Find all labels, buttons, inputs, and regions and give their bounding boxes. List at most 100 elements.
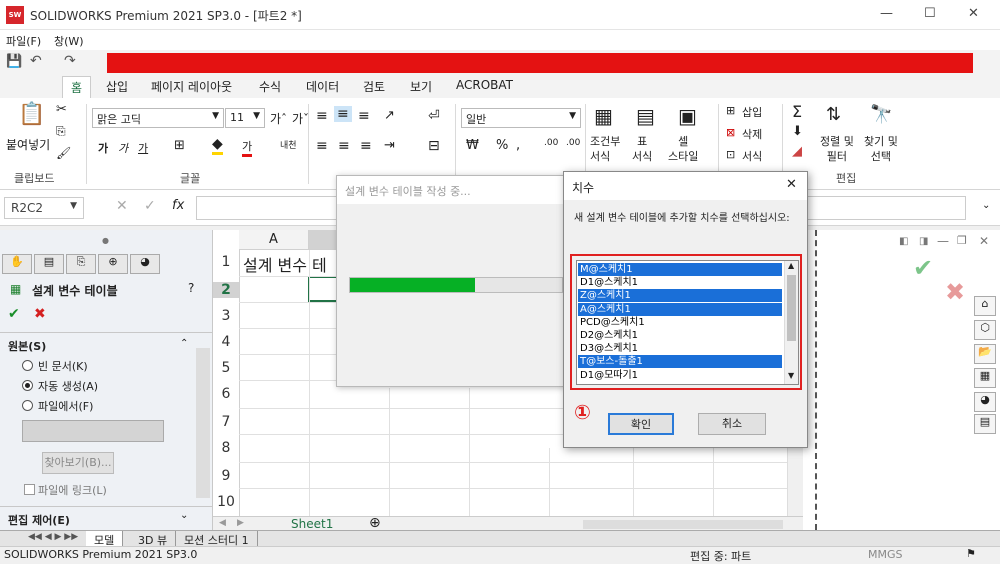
tab-insert[interactable]: 삽입 (106, 78, 128, 95)
save-icon[interactable]: 💾 (6, 54, 22, 69)
view-close-icon[interactable]: ✕ (979, 234, 989, 248)
row-header[interactable]: 8 (213, 440, 239, 456)
border-icon[interactable]: ⊞ (174, 138, 185, 153)
redo-icon[interactable]: ↷ (64, 53, 76, 69)
delete-cells-icon[interactable]: ⊠ (726, 126, 735, 139)
column-header-a[interactable]: A (239, 230, 309, 250)
phonetic-icon[interactable]: 내천 (280, 138, 297, 151)
cell-a1[interactable]: 설계 변수 테 (243, 252, 327, 276)
orientation-icon[interactable]: ↗ (384, 108, 395, 123)
comma-icon[interactable]: , (516, 138, 520, 153)
cell-style-icon[interactable]: ▣ (678, 104, 697, 128)
align-bottom-icon[interactable]: ≡ (358, 108, 370, 124)
dimension-list-item[interactable]: D2@스케치1 (578, 329, 782, 342)
merge-center-icon[interactable]: ⊟ (428, 138, 440, 154)
appearances-icon[interactable]: ◕ (974, 392, 996, 412)
row-header[interactable]: 5 (213, 360, 239, 376)
conditional-format-icon[interactable]: ▦ (594, 104, 613, 128)
font-color-icon[interactable]: 가 (242, 138, 253, 157)
fill-icon[interactable]: ⬇ (792, 124, 803, 139)
menu-file[interactable]: 파일(F) (6, 33, 41, 49)
maximize-button[interactable]: ☐ (924, 6, 936, 21)
dimension-list-item[interactable]: D1@스케치1 (578, 276, 782, 289)
tab-home[interactable]: 홈 (62, 76, 92, 98)
scroll-thumb[interactable] (787, 275, 796, 341)
split-bar[interactable] (815, 230, 817, 530)
find-select-icon[interactable]: 🔭 (870, 104, 892, 125)
row-header[interactable]: 3 (213, 308, 239, 324)
paste-button[interactable]: 붙여넣기 (6, 136, 50, 153)
currency-icon[interactable]: ₩ (466, 138, 479, 153)
dimension-listbox[interactable]: M@스케치1 D1@스케치1 Z@스케치1 A@스케치1 PCD@스케치1 D2@스케치1… (576, 260, 799, 385)
parts-library-icon[interactable]: ⬡ (974, 320, 996, 340)
increase-decimal-icon[interactable]: .00 (544, 138, 558, 148)
dimension-list-item[interactable]: PCD@스케치1 (578, 316, 782, 329)
dimension-list-item[interactable]: T@보스-돌출1 (578, 355, 782, 369)
row-header[interactable]: 2 (213, 282, 239, 298)
cut-icon[interactable]: ✂ (56, 102, 67, 117)
dimension-list-item[interactable]: A@스케치1 (578, 302, 782, 316)
underline-button[interactable]: 가 (138, 140, 148, 156)
name-box[interactable]: R2C2 ▼ (4, 197, 84, 219)
dialog-close-icon[interactable]: ✕ (786, 177, 797, 192)
row-header[interactable]: 1 (213, 254, 239, 270)
auto-create-radio[interactable] (22, 380, 33, 391)
tab-3d-view[interactable]: 3D 뷰 (130, 531, 177, 547)
sort-filter-button[interactable]: 정렬 및 필터 (820, 134, 854, 164)
align-right-icon[interactable]: ≡ (360, 138, 372, 154)
tab-view[interactable]: 보기 (410, 78, 432, 95)
number-format-select[interactable]: 일반 ▼ (461, 108, 581, 128)
sheet-prev-icon[interactable]: ◀ (219, 518, 226, 528)
close-window-button[interactable]: ✕ (968, 6, 979, 21)
font-size-select[interactable]: 11 ▼ (225, 108, 265, 128)
tab-review[interactable]: 검토 (363, 78, 385, 95)
link-file-checkbox[interactable] (24, 484, 35, 495)
column-header-b[interactable] (309, 230, 339, 250)
font-name-select[interactable]: 맑은 고딕 ▼ (92, 108, 224, 128)
tab-scroll-icon[interactable]: ◀◀ ◀ ▶ ▶▶ (20, 531, 88, 547)
help-icon[interactable]: ? (188, 281, 194, 295)
tab-acrobat[interactable]: ACROBAT (456, 78, 513, 92)
dimension-list-item[interactable]: Z@스케치1 (578, 289, 782, 303)
home-view-icon[interactable]: ⌂ (974, 296, 996, 316)
bold-button[interactable]: 가 (98, 140, 108, 156)
conditional-format-button[interactable]: 조건부 서식 (590, 134, 620, 164)
sheet-next-icon[interactable]: ▶ (237, 518, 244, 528)
decrease-decimal-icon[interactable]: .00 (566, 138, 580, 148)
property-manager-tab-icon[interactable]: ▤ (34, 254, 64, 274)
confirm-entry-icon[interactable]: ✓ (144, 198, 156, 214)
percent-icon[interactable]: % (496, 138, 508, 153)
chevron-down-icon[interactable]: ⌄ (180, 510, 188, 521)
active-cell[interactable] (308, 276, 338, 302)
delete-cells-button[interactable]: 삭제 (742, 126, 762, 142)
browse-button[interactable]: 찾아보기(B)... (42, 452, 114, 474)
decrease-font-icon[interactable]: 가ˇ (292, 110, 309, 127)
insert-function-icon[interactable]: fx (172, 198, 184, 213)
view-minimize-icon[interactable]: — (937, 234, 949, 248)
row-header[interactable]: 7 (213, 414, 239, 430)
dimension-list-item[interactable]: D3@스케치1 (578, 342, 782, 355)
expand-formula-icon[interactable]: ⌄ (982, 200, 990, 211)
view-tile-icon[interactable]: ◧ (899, 236, 908, 247)
horizontal-scrollbar[interactable] (583, 520, 783, 529)
autosum-icon[interactable]: Σ (792, 102, 802, 121)
scroll-up-icon[interactable]: ▲ (788, 261, 794, 270)
configuration-manager-tab-icon[interactable]: ⎘ (66, 254, 96, 274)
align-middle-icon[interactable]: ≡ (334, 106, 352, 122)
panel-scrollbar[interactable] (196, 348, 210, 498)
view-layout-icon[interactable]: ◨ (919, 236, 928, 247)
cell-style-button[interactable]: 셀 스타일 (668, 134, 698, 164)
ok-button[interactable]: 확인 (608, 413, 674, 435)
cancel-x-icon[interactable]: ✖ (34, 306, 46, 322)
sort-filter-icon[interactable]: ⇅ (826, 104, 841, 125)
table-format-icon[interactable]: ▤ (636, 104, 655, 128)
indent-icon[interactable]: ⇥ (384, 138, 395, 153)
align-left-icon[interactable]: ≡ (316, 138, 328, 154)
cancel-button[interactable]: 취소 (698, 413, 766, 435)
view-palette-icon[interactable]: ▦ (974, 368, 996, 388)
paste-icon[interactable]: 📋 (18, 102, 45, 127)
file-path-field[interactable] (22, 420, 164, 442)
dimension-list-item[interactable]: D1@모따기1 (578, 369, 782, 382)
dimension-list-item[interactable]: M@스케치1 (578, 263, 782, 276)
add-sheet-icon[interactable]: ⊕ (369, 515, 381, 531)
